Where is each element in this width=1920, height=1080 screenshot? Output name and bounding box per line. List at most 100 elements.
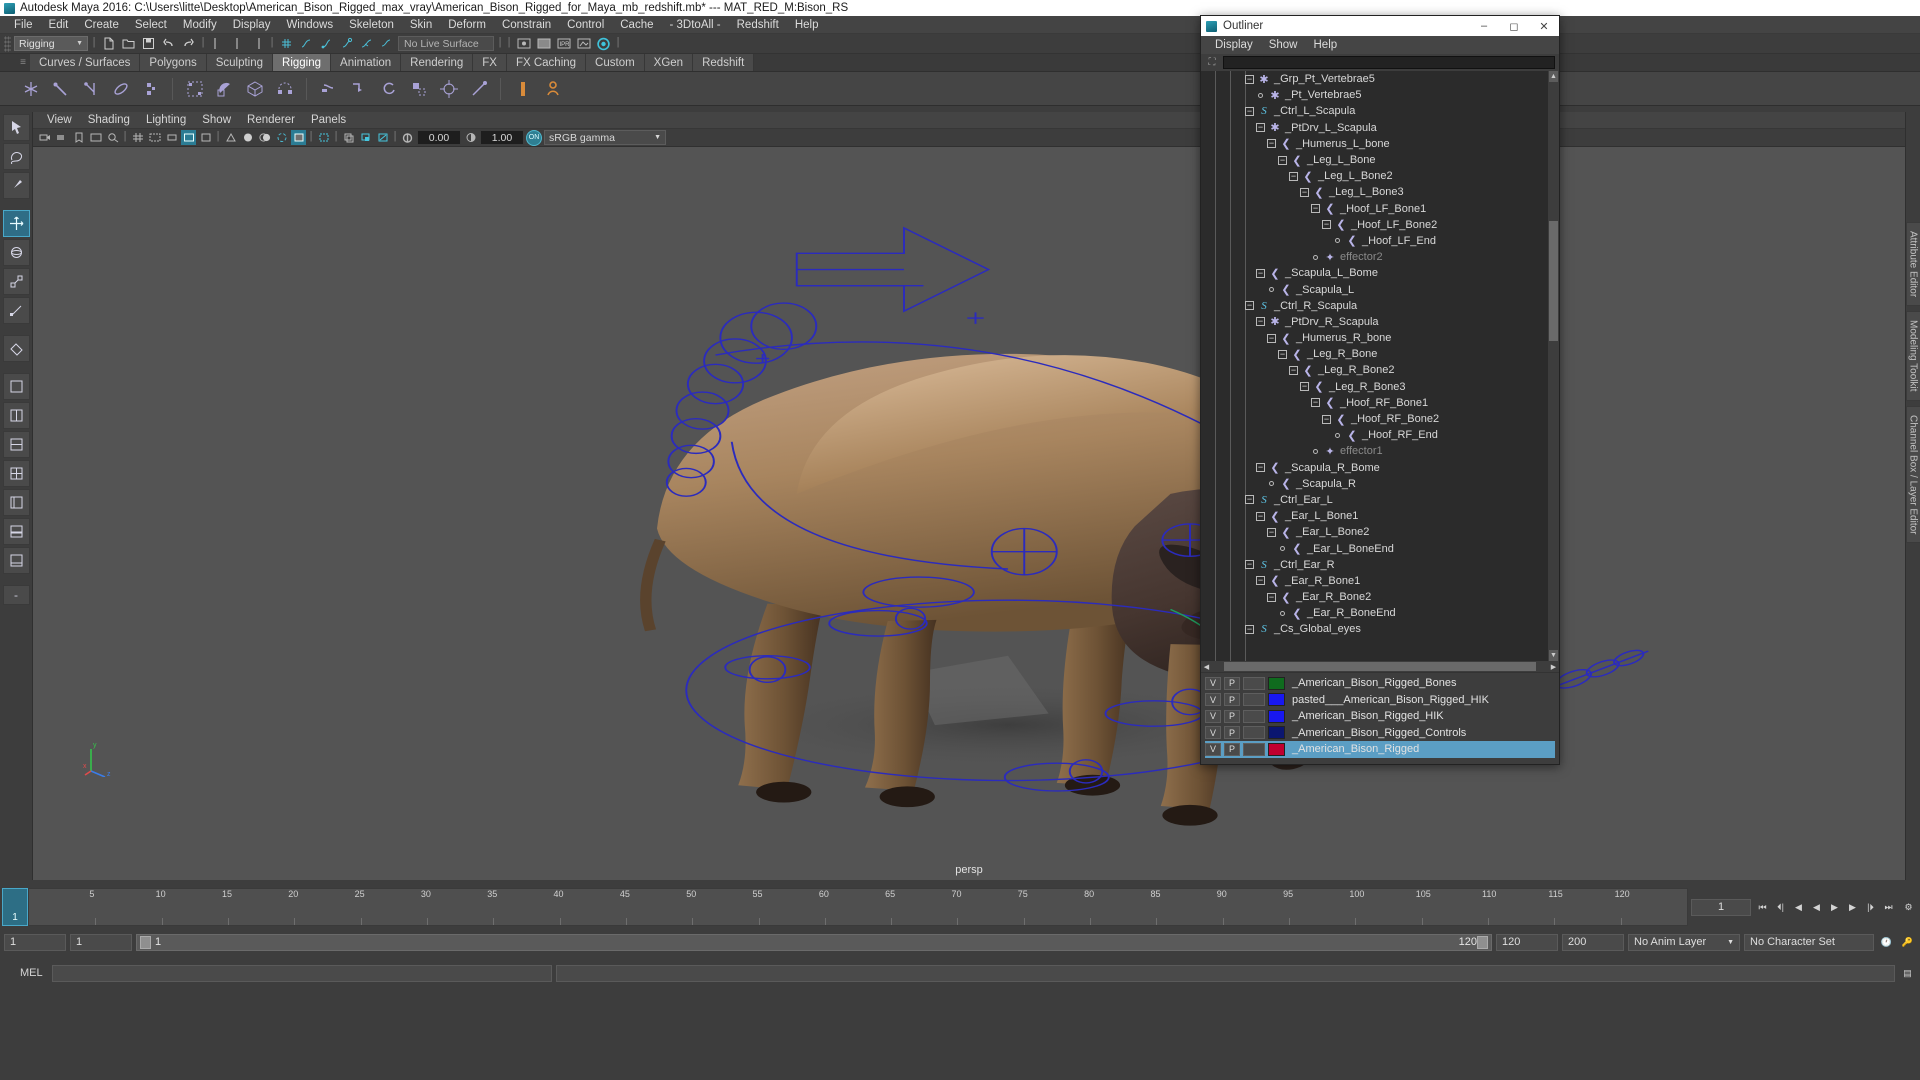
tree-expand-toggle[interactable]: − [1322, 220, 1331, 230]
menu-item-select[interactable]: Select [127, 16, 175, 34]
select-camera-icon[interactable] [37, 130, 52, 145]
menu-item-constrain[interactable]: Constrain [494, 16, 559, 34]
shelf-tab-fx[interactable]: FX [473, 54, 507, 71]
viewport-menu-lighting[interactable]: Lighting [138, 114, 194, 126]
shelf-tab-fx-caching[interactable]: FX Caching [506, 54, 587, 71]
pole-vector-icon[interactable] [466, 76, 491, 101]
outliner-menu-show[interactable]: Show [1261, 39, 1306, 51]
outliner-row[interactable]: ✱ _Pt_Vertebrae5 [1201, 87, 1559, 103]
step-forward-key-icon[interactable]: |⏵ [1862, 899, 1879, 915]
viewport-menu-panels[interactable]: Panels [303, 114, 354, 126]
shelf-tab-xgen[interactable]: XGen [644, 54, 694, 71]
tree-expand-toggle[interactable]: − [1278, 349, 1287, 359]
hik-character-icon[interactable] [540, 76, 565, 101]
menu-item-control[interactable]: Control [559, 16, 612, 34]
layer-state-toggle[interactable] [1243, 726, 1265, 740]
layout-four-pane[interactable] [2, 460, 30, 487]
exposure-field[interactable]: 0.00 [417, 130, 461, 145]
menu-item-edit[interactable]: Edit [41, 16, 77, 34]
outliner-row[interactable]: ❮ _Hoof_LF_End [1201, 233, 1559, 249]
outliner-row[interactable]: − ❮ _Leg_R_Bone3 [1201, 379, 1559, 395]
menu-item-deform[interactable]: Deform [440, 16, 494, 34]
outliner-row[interactable]: ✦ effector2 [1201, 249, 1559, 265]
smooth-shade-all-icon[interactable] [240, 130, 255, 145]
outliner-row[interactable]: ❮ _Scapula_L [1201, 281, 1559, 297]
shelf-grip-handle[interactable]: ≡ [16, 54, 30, 71]
resolution-gate-icon[interactable] [164, 130, 179, 145]
outliner-row[interactable]: − ❮ _Ear_L_Bone1 [1201, 508, 1559, 524]
animation-preferences-icon[interactable]: ⚙ [1900, 899, 1917, 915]
toolbar-grip-handle[interactable] [4, 35, 11, 52]
layer-state-toggle[interactable] [1243, 742, 1265, 756]
gate-mask-icon[interactable] [181, 130, 196, 145]
outliner-row[interactable]: − ❮ _Hoof_RF_Bone2 [1201, 411, 1559, 427]
outliner-row[interactable]: − ❮ _Hoof_RF_Bone1 [1201, 395, 1559, 411]
layer-playback-toggle[interactable]: P [1224, 742, 1240, 756]
screen-space-ao-icon[interactable] [400, 130, 415, 145]
h-scroll-thumb[interactable] [1224, 662, 1536, 671]
outliner-title-bar[interactable]: Outliner – ◻ ✕ [1201, 16, 1559, 36]
layer-playback-toggle[interactable]: P [1224, 676, 1240, 690]
tree-expand-toggle[interactable]: − [1256, 123, 1265, 133]
menu-item-display[interactable]: Display [225, 16, 279, 34]
outliner-menu-display[interactable]: Display [1207, 39, 1261, 51]
display-layer-row[interactable]: V Ppasted___American_Bison_Rigged_HIK [1205, 692, 1555, 709]
wrap-deformer-icon[interactable] [242, 76, 267, 101]
menu-item-skin[interactable]: Skin [402, 16, 440, 34]
shelf-tab-sculpting[interactable]: Sculpting [206, 54, 274, 71]
menu-item-redshift[interactable]: Redshift [729, 16, 787, 34]
step-back-frame-icon[interactable]: ◀ [1790, 899, 1807, 915]
outliner-row[interactable]: − ❮ _Ear_R_Bone1 [1201, 573, 1559, 589]
scale-tool[interactable] [2, 268, 30, 295]
step-forward-frame-icon[interactable]: ▶ [1844, 899, 1861, 915]
snap-point-icon[interactable] [318, 36, 335, 52]
time-slider-track[interactable]: 5 10 15 20 25 30 35 40 45 50 55 60 65 70 75 80 85 90 95 100… [28, 888, 1688, 926]
tree-expand-toggle[interactable]: − [1311, 398, 1320, 408]
lattice-deformer-icon[interactable] [182, 76, 207, 101]
tree-expand-toggle[interactable]: − [1256, 268, 1265, 278]
display-layer-row[interactable]: V P _American_Bison_Rigged [1205, 741, 1555, 758]
shadows-toggle-icon[interactable] [375, 130, 390, 145]
shelf-tab-redshift[interactable]: Redshift [693, 54, 755, 71]
tree-expand-toggle[interactable]: − [1322, 414, 1331, 424]
snap-curve-icon[interactable] [298, 36, 315, 52]
bind-skin-icon[interactable] [108, 76, 133, 101]
save-scene-icon[interactable] [140, 36, 157, 52]
image-plane-icon[interactable] [88, 130, 103, 145]
minimize-button[interactable]: – [1469, 16, 1499, 36]
layer-state-toggle[interactable] [1243, 676, 1265, 690]
tree-expand-toggle[interactable]: − [1289, 171, 1298, 181]
outliner-row[interactable]: ❮ _Ear_L_BoneEnd [1201, 540, 1559, 556]
viewport-menu-view[interactable]: View [39, 114, 80, 126]
add-layout-button[interactable]: - [2, 585, 30, 605]
layout-outliner-persp[interactable] [2, 489, 30, 516]
open-scene-icon[interactable] [120, 36, 137, 52]
use-default-lighting-icon[interactable] [341, 130, 356, 145]
ipr-render-icon[interactable] [535, 36, 552, 52]
shelf-tab-curves-surfaces[interactable]: Curves / Surfaces [30, 54, 141, 71]
script-editor-icon[interactable]: ▤ [1899, 965, 1916, 981]
paint-select-tool[interactable] [2, 172, 30, 199]
menu-item-cache[interactable]: Cache [612, 16, 661, 34]
panel-tab-channel-box-layer-editor[interactable]: Channel Box / Layer Editor [1905, 405, 1920, 544]
outliner-row[interactable]: − ❮ _Humerus_L_bone [1201, 136, 1559, 152]
menu-item-file[interactable]: File [6, 16, 41, 34]
outliner-row[interactable]: − ❮ _Leg_R_Bone [1201, 346, 1559, 362]
grid-toggle-icon[interactable] [130, 130, 145, 145]
outliner-row[interactable]: − S _Ctrl_R_Scapula [1201, 298, 1559, 314]
gamma-icon[interactable] [463, 130, 478, 145]
menu-item-skeleton[interactable]: Skeleton [341, 16, 402, 34]
live-surface-field[interactable]: No Live Surface [398, 36, 494, 51]
color-management-toggle[interactable]: ON [526, 129, 542, 146]
animation-end-field[interactable]: 120 [1496, 933, 1558, 951]
scale-constraint-icon[interactable] [406, 76, 431, 101]
range-start-field[interactable]: 1 [4, 933, 66, 951]
tree-expand-toggle[interactable]: − [1256, 463, 1265, 473]
outliner-row[interactable]: − ❮ _Ear_R_Bone2 [1201, 589, 1559, 605]
snap-projected-icon[interactable] [338, 36, 355, 52]
outliner-row[interactable]: − ❮ _Ear_L_Bone2 [1201, 524, 1559, 540]
joint-tool-icon[interactable] [18, 76, 43, 101]
blend-shape-icon[interactable] [272, 76, 297, 101]
redo-icon[interactable] [180, 36, 197, 52]
time-slider-current-frame[interactable]: 1 [2, 888, 28, 926]
